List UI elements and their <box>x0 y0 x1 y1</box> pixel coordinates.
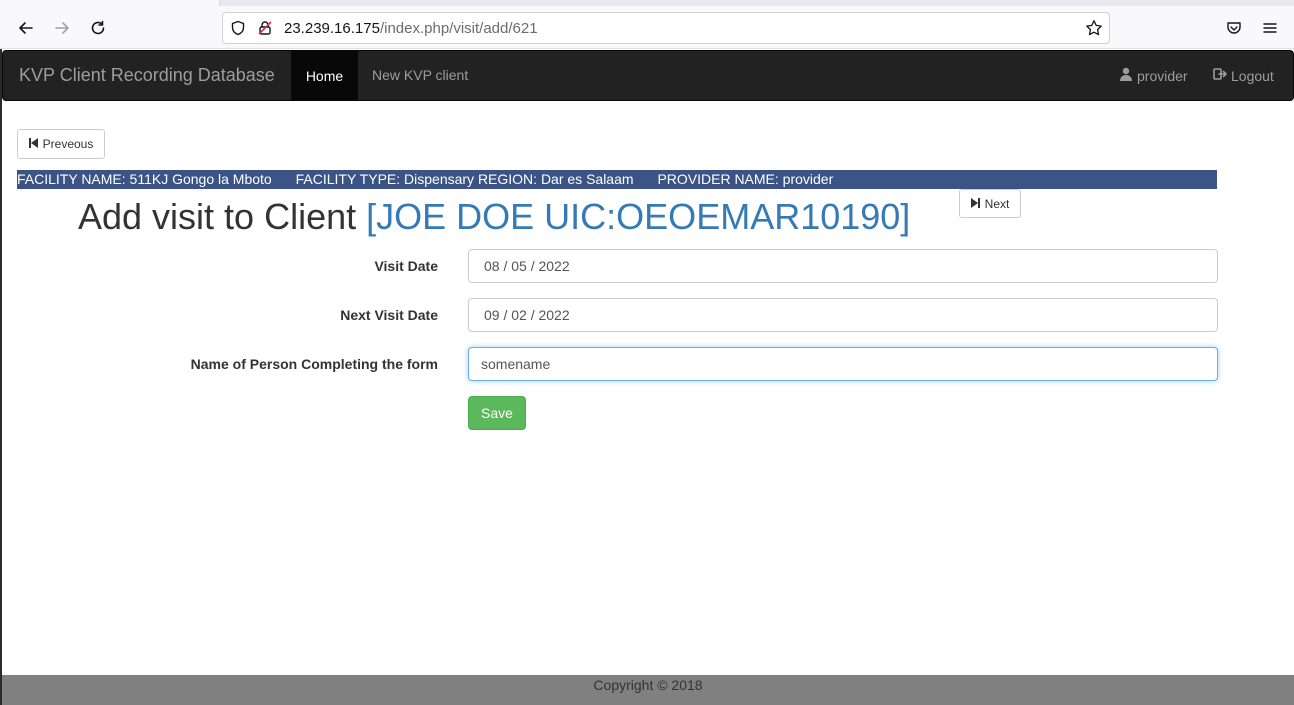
step-backward-icon <box>28 137 38 151</box>
save-button[interactable]: Save <box>468 396 526 430</box>
url-host: 23.239.16.175 <box>284 20 380 37</box>
brand-title[interactable]: KVP Client Recording Database <box>19 65 275 86</box>
page-title: Add visit to Client [JOE DOE UIC:OEOEMAR… <box>78 196 910 238</box>
visit-date-field[interactable]: 08 / 05 / 2022 <box>468 249 1218 283</box>
copyright-text: Copyright © 2018 <box>593 677 703 693</box>
user-icon <box>1119 67 1133 84</box>
provider-name: PROVIDER NAME: provider <box>657 171 834 187</box>
footer: Copyright © 2018 <box>2 675 1294 705</box>
previous-label: Preveous <box>42 137 94 151</box>
logout-label: Logout <box>1231 67 1274 84</box>
facility-name: FACILITY NAME: 511KJ Gongo la Mboto <box>17 171 272 187</box>
completer-name-input[interactable]: somename <box>468 347 1218 381</box>
bookmark-star-icon[interactable] <box>1085 19 1103 40</box>
url-text[interactable]: 23.239.16.175/index.php/visit/add/621 <box>284 20 538 37</box>
forward-arrow-icon[interactable] <box>51 17 73 39</box>
facility-info-bar: FACILITY NAME: 511KJ Gongo la Mboto FACI… <box>17 170 1217 189</box>
active-tab-edge <box>0 0 220 6</box>
title-prefix: Add visit to Client <box>78 196 357 237</box>
insecure-lock-icon[interactable] <box>257 20 273 39</box>
next-visit-date-field[interactable]: 09 / 02 / 2022 <box>468 298 1218 332</box>
step-forward-icon <box>970 197 980 211</box>
address-bar[interactable]: 23.239.16.175/index.php/visit/add/621 <box>222 12 1110 44</box>
browser-toolbar: 23.239.16.175/index.php/visit/add/621 <box>0 0 1294 49</box>
nav-item-new-kvp-client[interactable]: New KVP client <box>372 67 468 83</box>
next-label: Next <box>984 196 1010 211</box>
app-navbar: KVP Client Recording Database Home New K… <box>2 50 1294 101</box>
url-path: /index.php/visit/add/621 <box>379 20 538 37</box>
logout-icon <box>1213 67 1227 84</box>
nav-item-user[interactable]: provider <box>1119 67 1188 84</box>
pocket-icon[interactable] <box>1223 17 1245 39</box>
visit-date-label: Visit Date <box>374 258 438 274</box>
reload-icon[interactable] <box>87 17 109 39</box>
next-button[interactable]: Next <box>959 189 1021 218</box>
completer-name-label: Name of Person Completing the form <box>190 356 438 372</box>
facility-type-region: FACILITY TYPE: Dispensary REGION: Dar es… <box>295 171 634 187</box>
window-edge <box>0 49 2 705</box>
nav-item-logout[interactable]: Logout <box>1213 67 1274 84</box>
shield-icon[interactable] <box>230 20 246 39</box>
hamburger-menu-icon[interactable] <box>1259 17 1281 39</box>
previous-button[interactable]: Preveous <box>17 129 105 159</box>
back-arrow-icon[interactable] <box>15 17 37 39</box>
user-label: provider <box>1137 67 1188 84</box>
nav-item-home[interactable]: Home <box>291 51 358 100</box>
next-visit-date-label: Next Visit Date <box>340 307 438 323</box>
client-identifier[interactable]: [JOE DOE UIC:OEOEMAR10190] <box>366 196 910 237</box>
